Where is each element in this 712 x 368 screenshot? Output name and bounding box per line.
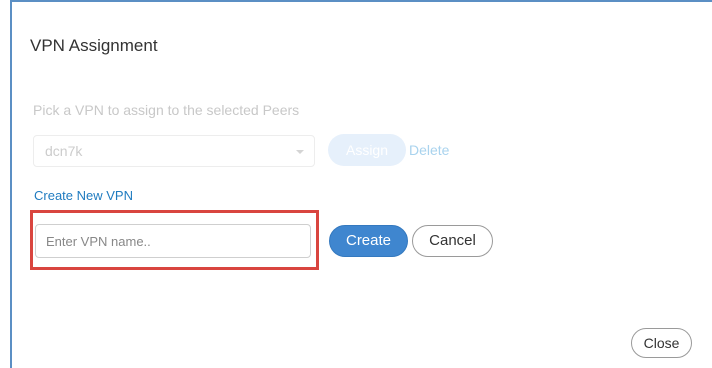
vpn-name-input[interactable] [35, 224, 311, 258]
assign-hint: Pick a VPN to assign to the selected Pee… [33, 102, 300, 118]
chevron-down-icon [296, 150, 304, 154]
vpn-select-value: dcn7k [45, 143, 83, 159]
vpn-select[interactable]: dcn7k [33, 135, 315, 167]
dialog-title: VPN Assignment [30, 36, 158, 55]
delete-link[interactable]: Delete [409, 142, 449, 158]
close-button[interactable]: Close [631, 328, 692, 358]
create-button[interactable]: Create [329, 225, 408, 257]
vpn-assignment-dialog: VPN Assignment Pick a VPN to assign to t… [10, 0, 712, 368]
assign-button[interactable]: Assign [328, 134, 406, 166]
cancel-button[interactable]: Cancel [412, 225, 493, 257]
create-new-vpn-link[interactable]: Create New VPN [34, 188, 133, 203]
